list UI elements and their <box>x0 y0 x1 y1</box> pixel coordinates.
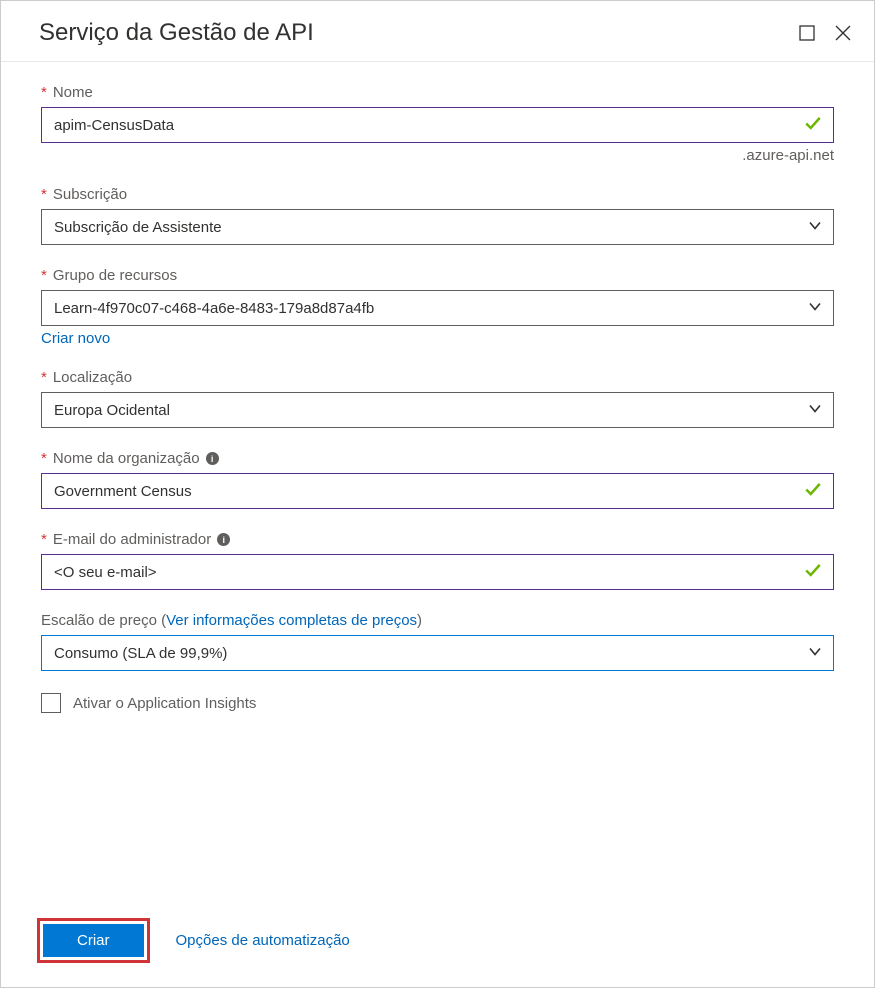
pricing-field: Escalão de preço (Ver informações comple… <box>41 612 834 671</box>
pricing-label: Escalão de preço (Ver informações comple… <box>41 612 834 629</box>
info-icon[interactable]: i <box>217 533 230 546</box>
pricing-info-link[interactable]: Ver informações completas de preços <box>166 612 417 629</box>
name-field: *Nome <box>41 84 834 143</box>
resource-group-select[interactable]: Learn-4f970c07-c468-4a6e-8483-179a8d87a4… <box>41 290 834 326</box>
info-icon[interactable]: i <box>206 452 219 465</box>
automation-options-link[interactable]: Opções de automatização <box>176 932 350 949</box>
create-button-highlight: Criar <box>37 918 150 963</box>
location-select[interactable]: Europa Ocidental <box>41 392 834 428</box>
create-button[interactable]: Criar <box>43 924 144 957</box>
subscription-label: *Subscrição <box>41 186 834 203</box>
org-name-input[interactable] <box>41 473 834 509</box>
app-insights-label: Ativar o Application Insights <box>73 695 256 712</box>
panel-title: Serviço da Gestão de API <box>39 19 314 47</box>
location-label: *Localização <box>41 369 834 386</box>
admin-email-field: *E-mail do administrador i <box>41 531 834 590</box>
header-actions <box>798 24 852 42</box>
name-suffix: .azure-api.net <box>41 147 834 164</box>
resource-group-label: *Grupo de recursos <box>41 267 834 284</box>
name-label: *Nome <box>41 84 834 101</box>
name-input[interactable] <box>41 107 834 143</box>
admin-email-label: *E-mail do administrador i <box>41 531 834 548</box>
subscription-field: *Subscrição Subscrição de Assistente <box>41 186 834 245</box>
resource-group-field: *Grupo de recursos Learn-4f970c07-c468-4… <box>41 267 834 347</box>
panel-header: Serviço da Gestão de API <box>1 1 874 62</box>
create-new-resource-group-link[interactable]: Criar novo <box>41 330 110 347</box>
expand-icon[interactable] <box>798 24 816 42</box>
subscription-select[interactable]: Subscrição de Assistente <box>41 209 834 245</box>
pricing-select[interactable]: Consumo (SLA de 99,9%) <box>41 635 834 671</box>
admin-email-input[interactable] <box>41 554 834 590</box>
close-icon[interactable] <box>834 24 852 42</box>
org-name-field: *Nome da organização i <box>41 450 834 509</box>
app-insights-row: Ativar o Application Insights <box>41 693 834 713</box>
panel-footer: Criar Opções de automatização <box>1 898 874 987</box>
form-content: *Nome .azure-api.net *Subscrição Subscri… <box>1 62 874 898</box>
org-name-label: *Nome da organização i <box>41 450 834 467</box>
app-insights-checkbox[interactable] <box>41 693 61 713</box>
location-field: *Localização Europa Ocidental <box>41 369 834 428</box>
